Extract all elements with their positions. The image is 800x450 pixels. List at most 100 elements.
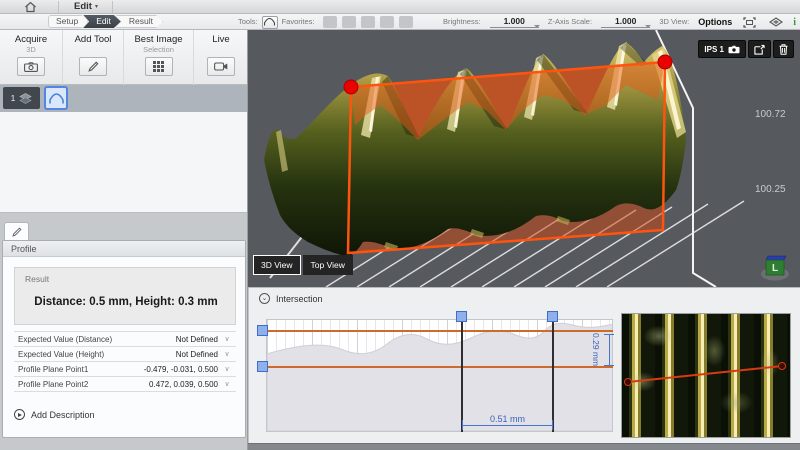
right-pane: IPS 1 100.72 100.25 3D View Top View L — [248, 30, 800, 450]
brightness-field[interactable]: 1.000 — [490, 16, 539, 28]
favorites-label: Favorites: — [282, 14, 315, 30]
height-dimension-label: 0.29 mm — [591, 333, 601, 367]
menu-bar: Edit▾ — [0, 0, 800, 14]
best-image-button[interactable] — [145, 57, 173, 76]
live-group: Live — [193, 30, 248, 85]
dataset-thumbnail[interactable]: 1 — [3, 87, 40, 109]
profile-curve-icon — [49, 93, 64, 104]
pencil-icon — [88, 61, 99, 72]
upper-reference-handle[interactable] — [257, 325, 268, 336]
add-tool-label: Add Tool — [75, 34, 112, 45]
property-table: Expected Value (Distance) Not Defined ∨ … — [14, 331, 236, 392]
profile-panel-title: Profile — [3, 241, 245, 257]
lower-reference-handle[interactable] — [257, 361, 268, 372]
dataset-index: 1 — [11, 93, 16, 103]
favorite-slot[interactable] — [342, 16, 356, 28]
chevron-down-icon[interactable]: ∨ — [218, 365, 236, 373]
distance-dimension-label: 0.51 mm — [462, 414, 553, 424]
favorite-slot[interactable] — [361, 16, 375, 28]
tool-thumbnail-strip: 1 — [0, 85, 248, 112]
chevron-down-icon[interactable]: ∨ — [218, 335, 236, 343]
plane-handle-left[interactable] — [344, 80, 358, 94]
line-endpoint-left[interactable] — [625, 379, 632, 386]
plane-handle-right[interactable] — [658, 55, 672, 69]
info-icon[interactable]: i — [793, 17, 796, 28]
live-button[interactable] — [207, 57, 235, 76]
profile-tool-button[interactable] — [262, 16, 278, 29]
table-row[interactable]: Expected Value (Distance) Not Defined ∨ — [14, 332, 236, 347]
table-row[interactable]: Profile Plane Point1 -0.479, -0.031, 0.5… — [14, 362, 236, 377]
export-button[interactable] — [748, 40, 771, 58]
lower-reference-line[interactable] — [266, 366, 613, 368]
tools-group: Tools: Favorites: — [238, 14, 413, 30]
acquire-group: Acquire 3D — [0, 30, 62, 85]
chevron-down-icon[interactable]: ∨ — [218, 380, 236, 388]
microscope-image[interactable] — [621, 313, 791, 438]
intersection-header[interactable]: ⌄ Intersection — [259, 293, 323, 304]
brightness-label: Brightness: — [443, 14, 481, 30]
table-row[interactable]: Profile Plane Point2 0.472, 0.039, 0.500… — [14, 377, 236, 392]
ips-capture-button[interactable]: IPS 1 — [698, 40, 746, 58]
acquire-label: Acquire — [15, 34, 47, 45]
collapse-icon: ⌄ — [259, 293, 270, 304]
row-value: 0.472, 0.039, 0.500 — [132, 380, 218, 389]
zaxis-scale-label: Z-Axis Scale: — [548, 14, 592, 30]
z-axis-value-bottom: 100.25 — [755, 184, 799, 195]
row-label: Expected Value (Distance) — [14, 335, 132, 344]
home-icon[interactable] — [24, 1, 38, 13]
3d-view-button[interactable]: 3D View — [253, 255, 301, 275]
left-panel: Acquire 3D Add Tool Best Image Selection… — [0, 30, 248, 450]
tab-edit[interactable]: Edit — [83, 15, 121, 28]
delete-button[interactable] — [773, 40, 794, 58]
line-endpoint-right[interactable] — [779, 363, 786, 370]
top-view-button[interactable]: Top View — [303, 255, 353, 275]
chevron-down-icon[interactable]: ∨ — [218, 350, 236, 358]
best-image-group: Best Image Selection — [123, 30, 193, 85]
cursor-handle-2[interactable] — [547, 311, 558, 322]
profile-curve-icon — [264, 18, 275, 26]
status-strip — [248, 443, 800, 450]
main-toolbar: Setup Edit Result Tools: Favorites: Brig… — [0, 14, 800, 30]
plane-view-button[interactable] — [767, 16, 784, 29]
upper-reference-line[interactable] — [266, 330, 613, 332]
view3d-label: 3D View: — [659, 14, 689, 30]
fit-view-button[interactable] — [741, 16, 758, 29]
orientation-cube[interactable]: L — [758, 252, 792, 282]
camera-icon — [24, 62, 38, 72]
favorite-slot[interactable] — [323, 16, 337, 28]
3d-viewport[interactable]: IPS 1 100.72 100.25 3D View Top View L — [248, 30, 800, 287]
cursor-handle-1[interactable] — [456, 311, 467, 322]
row-label: Expected Value (Height) — [14, 350, 132, 359]
grid-icon — [153, 61, 164, 72]
row-value: Not Defined — [132, 350, 218, 359]
favorite-slot[interactable] — [380, 16, 394, 28]
intersection-panel: ⌄ Intersection 0.51 mm 0.29 mm — [248, 287, 800, 443]
workflow-tabs: Setup Edit Result — [48, 15, 163, 28]
favorite-slot[interactable] — [399, 16, 413, 28]
menu-separator — [112, 1, 113, 13]
pencil-icon — [12, 227, 22, 237]
add-description-button[interactable]: Add Description — [14, 409, 95, 420]
profile-tool-tab[interactable] — [4, 222, 29, 240]
edit-menu[interactable]: Edit▾ — [70, 0, 102, 14]
profile-chart[interactable] — [266, 319, 613, 432]
acquire-sublabel: 3D — [26, 45, 36, 54]
tab-setup[interactable]: Setup — [48, 15, 88, 28]
acquire-button[interactable] — [17, 57, 45, 76]
view3d-options-button[interactable]: Options — [698, 17, 732, 27]
row-value: -0.479, -0.031, 0.500 — [132, 365, 218, 374]
row-value: Not Defined — [132, 335, 218, 344]
tool-list-area[interactable] — [0, 112, 248, 213]
live-label: Live — [212, 34, 229, 45]
intersection-title: Intersection — [276, 294, 323, 304]
add-description-label: Add Description — [31, 410, 95, 420]
profile-tool-thumbnail[interactable] — [44, 86, 68, 110]
zaxis-scale-field[interactable]: 1.000 — [601, 16, 650, 28]
fit-frame-icon — [743, 17, 756, 28]
3d-scene — [248, 30, 800, 287]
tab-result[interactable]: Result — [116, 15, 163, 28]
view-settings-group: Brightness: 1.000 Z-Axis Scale: 1.000 3D… — [443, 14, 796, 30]
table-row[interactable]: Expected Value (Height) Not Defined ∨ — [14, 347, 236, 362]
add-tool-button[interactable] — [79, 57, 107, 76]
best-image-label: Best Image — [134, 34, 182, 45]
